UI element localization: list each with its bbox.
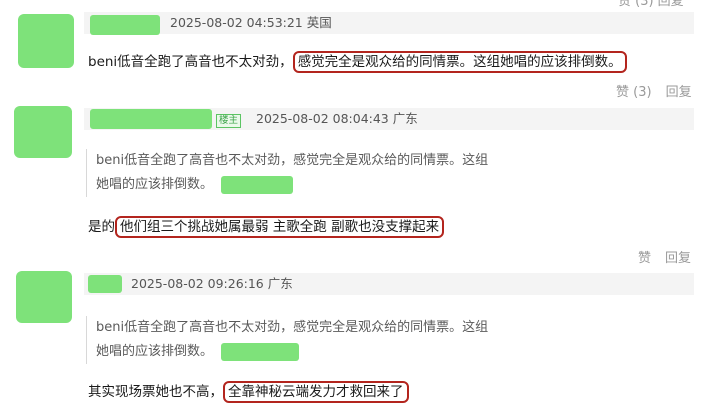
comment-location: 英国 (306, 15, 332, 30)
quote-line: 她唱的应该排倒数。 (96, 340, 556, 364)
comment-text: 其实现场票她也不高， (88, 384, 223, 400)
quote-line: beni低音全跑了高音也不太对劲，感觉完全是观众给的同情票。这组 (96, 320, 489, 335)
comment-time: 2025-08-02 08:04:43 (256, 111, 389, 126)
quoted-comment: beni低音全跑了高音也不太对劲，感觉完全是观众给的同情票。这组 她唱的应该排倒… (86, 316, 556, 364)
username-redacted (221, 175, 294, 194)
highlighted-text: 感觉完全是观众给的同情票。这组她唱的应该排倒数。 (292, 51, 627, 73)
quote-line: beni低音全跑了高音也不太对劲，感觉完全是观众给的同情票。这组 (96, 153, 489, 168)
comment-time: 2025-08-02 04:53:21 (170, 15, 303, 30)
avatar[interactable] (16, 271, 72, 323)
comment-location: 广东 (267, 276, 293, 291)
quote-line: 她唱的应该排倒数。 (96, 173, 556, 197)
comment-text: beni低音全跑了高音也不太对劲， (88, 54, 293, 70)
author-badge: 楼主 (216, 114, 242, 128)
comment-actions: 赞 (3) 回复 (602, 81, 692, 100)
comment-body: beni低音全跑了高音也不太对劲， 感觉完全是观众给的同情票。这组她唱的应该排倒数… (88, 50, 627, 74)
avatar[interactable] (18, 14, 74, 68)
highlighted-text: 全靠神秘云端发力才救回来了 (223, 381, 409, 403)
comment-actions: 赞回复 (624, 247, 691, 266)
like-button[interactable]: 赞 (638, 251, 651, 266)
username-redacted (221, 342, 300, 361)
comment-meta: 2025-08-02 08:04:43 广东 (256, 108, 418, 130)
comment-body: 是的 他们组三个挑战她属最弱 主歌全跑 副歌也没支撑起来 (88, 215, 445, 239)
reply-button[interactable]: 回复 (666, 85, 692, 100)
comment-time: 2025-08-02 09:26:16 (131, 276, 264, 291)
comment-location: 广东 (392, 111, 418, 126)
avatar[interactable] (14, 106, 72, 158)
comment-meta: 2025-08-02 09:26:16 广东 (131, 273, 293, 295)
reply-button[interactable]: 回复 (665, 251, 691, 266)
comment-meta: 2025-08-02 04:53:21 英国 (170, 12, 332, 34)
top-partial-actions: 赞 (3) 回复 (618, 0, 684, 9)
comment-text: 是的 (88, 219, 115, 235)
username-redacted[interactable] (88, 275, 122, 293)
username-redacted[interactable] (90, 109, 212, 129)
highlighted-text: 他们组三个挑战她属最弱 主歌全跑 副歌也没支撑起来 (115, 216, 445, 238)
quoted-comment: beni低音全跑了高音也不太对劲，感觉完全是观众给的同情票。这组 她唱的应该排倒… (86, 149, 556, 197)
like-button[interactable]: 赞 (3) (616, 85, 652, 100)
comment-body: 其实现场票她也不高， 全靠神秘云端发力才救回来了 (88, 380, 409, 404)
username-redacted[interactable] (90, 15, 160, 35)
